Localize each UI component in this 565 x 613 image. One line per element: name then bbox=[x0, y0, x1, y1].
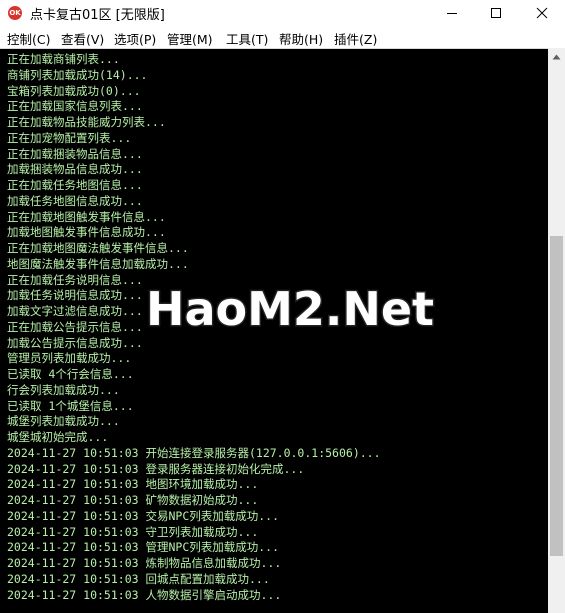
minimize-icon bbox=[447, 13, 457, 14]
app-window: OK 点卡复古01区 [无限版] 控制(C) 查看(V) 选项(P) 管理(M)… bbox=[0, 0, 565, 613]
menu-help[interactable]: 帮助(H) bbox=[279, 29, 323, 48]
console-line: 2024-11-27 10:51:03 开始连接登录服务器(127.0.0.1:… bbox=[7, 445, 381, 460]
console-line: 加载地图触发事件信息成功... bbox=[7, 225, 166, 240]
console-line: 正在加宠物配置列表... bbox=[7, 130, 132, 145]
console-line: 2024-11-27 10:51:03 人物数据引擎启动成功... bbox=[7, 587, 282, 602]
console-line: 2024-11-27 10:51:03 登录服务器连接初始化完成... bbox=[7, 461, 305, 476]
console-line: 正在加载任务地图信息... bbox=[7, 178, 143, 192]
scroll-thumb[interactable] bbox=[550, 236, 563, 556]
scroll-up-button[interactable] bbox=[548, 48, 565, 65]
console-line: 宝箱列表加载成功(0)... bbox=[7, 83, 141, 98]
console-line: 正在加载地图触发事件信息... bbox=[7, 209, 166, 224]
menu-manage[interactable]: 管理(M) bbox=[167, 29, 213, 48]
maximize-button[interactable] bbox=[474, 0, 518, 26]
console-line: 正在加载地图魔法触发事件信息... bbox=[7, 241, 189, 255]
console-line: 城堡列表加载成功... bbox=[7, 414, 120, 429]
vertical-scrollbar[interactable] bbox=[548, 48, 565, 613]
console-line: 行会列表加载成功... bbox=[7, 382, 120, 397]
close-button[interactable] bbox=[518, 0, 565, 26]
console-line: 2024-11-27 10:51:03 管理NPC列表加载成功... bbox=[7, 540, 280, 555]
console-line: 已读取 1个城堡信息... bbox=[7, 398, 134, 413]
console-line: 正在加载物品技能威力列表... bbox=[7, 115, 166, 129]
console-line: 已读取 4个行会信息... bbox=[7, 367, 134, 381]
console-line: 2024-11-27 10:51:03 回城点配置加载成功... bbox=[7, 571, 270, 586]
maximize-icon bbox=[491, 8, 501, 18]
console-line: 正在加载捆装物品信息... bbox=[7, 146, 143, 161]
console-line: 正在加载国家信息列表... bbox=[7, 99, 143, 114]
console-line: 管理员列表加载成功... bbox=[7, 351, 132, 366]
close-icon bbox=[536, 7, 547, 19]
console-line: 正在加载商铺列表... bbox=[7, 52, 120, 66]
app-icon[interactable]: OK bbox=[8, 6, 22, 20]
minimize-button[interactable] bbox=[430, 0, 474, 26]
console-line: 2024-11-27 10:51:03 矿物数据初始成功... bbox=[7, 493, 259, 507]
menu-view[interactable]: 查看(V) bbox=[61, 29, 104, 48]
window-title: 点卡复古01区 [无限版] bbox=[30, 8, 165, 23]
menu-options[interactable]: 选项(P) bbox=[114, 29, 156, 48]
menu-tools[interactable]: 工具(T) bbox=[226, 29, 268, 48]
console-line: 城堡城初始完成... bbox=[7, 430, 109, 444]
watermark-logo: HaoM2.Net bbox=[144, 281, 435, 338]
menu-plugins[interactable]: 插件(Z) bbox=[334, 29, 377, 48]
chevron-up-icon bbox=[552, 54, 561, 59]
console-line: 2024-11-27 10:51:03 守卫列表加载成功... bbox=[7, 524, 259, 539]
console-line: 加载捆装物品信息成功... bbox=[7, 162, 143, 177]
watermark-text: HaoM2.Net bbox=[146, 282, 434, 336]
menu-control[interactable]: 控制(C) bbox=[7, 29, 50, 48]
menu-bar: 控制(C) 查看(V) 选项(P) 管理(M) 工具(T) 帮助(H) 插件(Z… bbox=[0, 26, 565, 48]
console-line: 商铺列表加载成功(14)... bbox=[7, 67, 148, 82]
console-line: 2024-11-27 10:51:03 交易NPC列表加载成功... bbox=[7, 508, 280, 523]
console-line: 2024-11-27 10:51:03 炼制物品信息加载成功... bbox=[7, 556, 282, 570]
title-bar[interactable]: OK 点卡复古01区 [无限版] bbox=[0, 0, 565, 26]
console-line: 2024-11-27 10:51:03 地图环境加载成功... bbox=[7, 477, 259, 492]
console-line: 加载任务地图信息成功... bbox=[7, 193, 143, 208]
